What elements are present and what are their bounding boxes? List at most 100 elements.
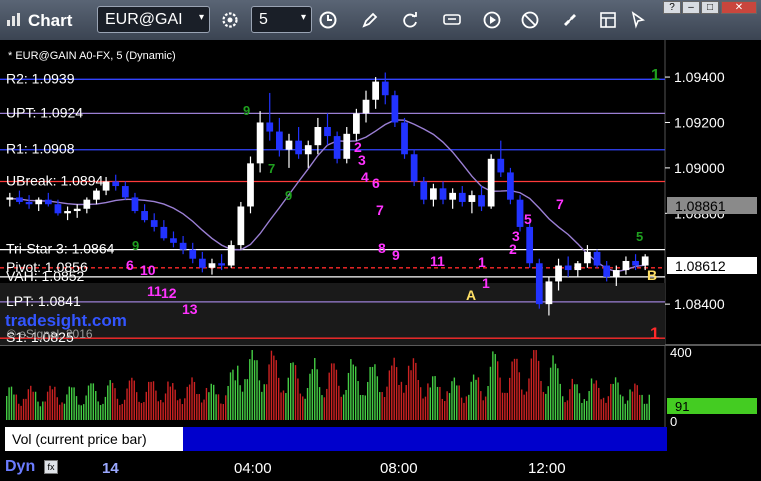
setup-count-11b: 11 — [147, 283, 162, 299]
gear-icon[interactable] — [220, 10, 240, 30]
volume-bar — [30, 385, 32, 420]
volume-bar — [593, 383, 595, 420]
volume-bar — [475, 379, 477, 420]
layout-icon[interactable] — [598, 10, 618, 30]
candle-body — [401, 122, 408, 155]
volume-bar — [513, 358, 516, 420]
volume-bar — [75, 396, 78, 420]
volume-bar — [135, 392, 138, 420]
interval-combobox[interactable]: 5 ▾ — [251, 6, 312, 33]
volume-bar — [419, 387, 422, 420]
close-indicator-icon[interactable]: × — [170, 426, 177, 440]
volume-bar — [102, 403, 104, 420]
close-button[interactable]: ✕ — [721, 1, 757, 14]
candle-body — [603, 265, 611, 277]
volume-bar — [367, 381, 369, 420]
candle-body — [555, 265, 562, 282]
volume-bar — [306, 387, 309, 420]
dynamic-label[interactable]: Dyn — [5, 458, 35, 476]
volume-bar — [417, 380, 419, 420]
volume-bar — [54, 386, 56, 420]
volume-bar — [56, 397, 58, 420]
volume-bar — [155, 390, 157, 420]
fx-button[interactable]: fx — [44, 460, 58, 474]
volume-bar — [374, 364, 376, 420]
volume-bar — [128, 380, 131, 420]
indicator-strip — [183, 427, 667, 451]
volume-bar — [46, 391, 49, 420]
no-entry-icon[interactable] — [520, 10, 540, 30]
candle-body — [372, 81, 380, 100]
candle-body — [333, 136, 341, 159]
help-button[interactable]: ? — [663, 1, 681, 14]
level-label-0: R2: 1.0939 — [6, 70, 75, 86]
volume-bar — [547, 386, 549, 420]
volume-bar — [622, 396, 624, 420]
candle-body — [439, 188, 447, 200]
volume-bar — [533, 350, 535, 420]
volume-bar — [66, 394, 68, 420]
volume-bar — [335, 369, 338, 420]
volume-bar — [350, 359, 352, 420]
link-icon[interactable] — [560, 10, 580, 30]
candle-body — [247, 163, 254, 207]
candle-body — [641, 256, 649, 266]
volume-bar — [364, 395, 367, 420]
y-tick-label-2: 1.09000 — [674, 160, 725, 176]
volume-bar — [422, 398, 424, 420]
volume-bar — [287, 377, 289, 420]
chevron-down-icon: ▾ — [198, 12, 204, 23]
volume-bar — [61, 402, 63, 420]
chart-app-icon — [7, 13, 20, 26]
get-data-icon[interactable] — [442, 10, 462, 30]
price-chart[interactable]: 9 7 9 9 5 2 3 4 6 7 8 9 11 5 3 2 1 7 6 1… — [0, 40, 761, 455]
volume-bar — [347, 372, 350, 420]
play-icon[interactable] — [482, 10, 502, 30]
candle-61 — [593, 249, 601, 268]
candle-body — [218, 263, 225, 266]
interval-value: 5 — [259, 11, 268, 28]
candle-42 — [410, 149, 418, 187]
candle-body — [343, 133, 351, 159]
chevron-down-icon: ▾ — [300, 12, 306, 23]
candle-body — [574, 263, 582, 271]
volume-bar — [586, 400, 588, 420]
candle-body — [141, 211, 148, 221]
symbol-combobox[interactable]: EUR@GAI ▾ — [97, 6, 210, 33]
clock-icon[interactable] — [318, 10, 338, 30]
volume-bar — [217, 394, 220, 420]
volume-bar — [198, 394, 200, 420]
volume-bar — [49, 385, 51, 420]
volume-bar — [477, 377, 480, 420]
volume-bar — [186, 386, 188, 420]
volume-bar — [150, 381, 152, 420]
volume-bar — [188, 384, 191, 420]
setup-count-4: 4 — [361, 169, 369, 185]
volume-bar — [107, 385, 109, 420]
volume-bar — [111, 382, 114, 420]
setup-count-3: 3 — [358, 152, 366, 168]
volume-bar — [624, 403, 626, 420]
volume-bar — [18, 403, 20, 420]
candle-body — [497, 158, 505, 173]
minimize-button[interactable]: – — [682, 1, 700, 14]
candle-body — [516, 199, 524, 227]
volume-bar — [619, 394, 622, 420]
volume-bar — [208, 392, 210, 420]
candle-40 — [391, 90, 399, 128]
volume-bar — [626, 400, 629, 420]
volume-bar — [270, 350, 273, 420]
volume-bar — [200, 402, 203, 420]
indicator-label[interactable]: Vol (current price bar) — [5, 427, 183, 451]
volume-bar — [578, 393, 581, 420]
y-tick-label-4: 1.08400 — [674, 296, 725, 312]
volume-bar — [265, 384, 268, 420]
symbol-value: EUR@GAI — [105, 11, 183, 28]
volume-bar — [410, 370, 412, 420]
maximize-button[interactable]: □ — [701, 1, 719, 14]
pencil-icon[interactable] — [360, 10, 380, 30]
volume-bar — [605, 402, 607, 420]
cursor-icon[interactable] — [628, 10, 648, 30]
refresh-icon[interactable] — [400, 10, 420, 30]
candle-body — [83, 199, 91, 209]
